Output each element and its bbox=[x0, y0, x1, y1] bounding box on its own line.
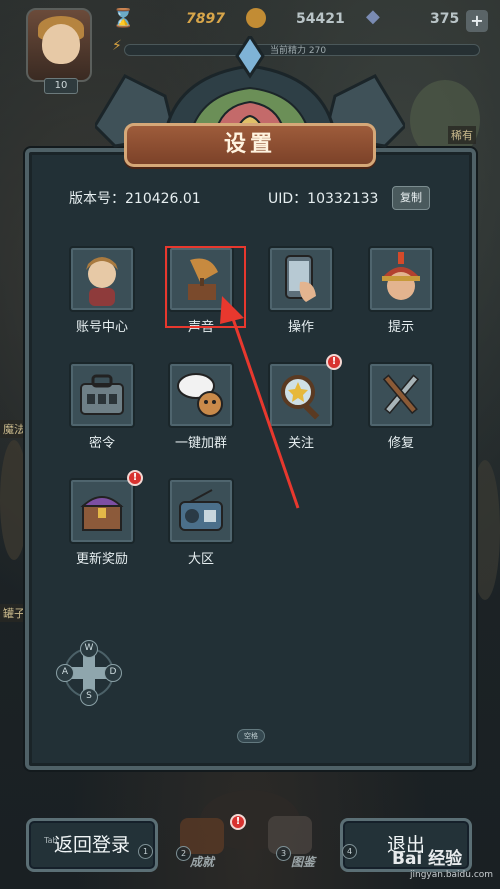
watermark-brand: Bai 经验 bbox=[392, 849, 463, 869]
slot-number: 3 bbox=[276, 846, 291, 861]
coin-value: 54421 bbox=[296, 11, 345, 27]
account-label: 账号中心 bbox=[75, 320, 128, 335]
gem-value: 375 bbox=[430, 11, 460, 27]
uid-info: UID：10332133 bbox=[268, 188, 378, 208]
pointer-arrow bbox=[220, 296, 300, 509]
version-info: 版本号：210426.01 bbox=[69, 188, 201, 208]
slot-number: 2 bbox=[176, 846, 191, 861]
tips-label: 提示 bbox=[387, 320, 414, 335]
settings-item-update-reward[interactable]: ! 更新奖励 bbox=[67, 470, 143, 567]
back-to-login-label: 返回登录 bbox=[53, 834, 130, 856]
helmet-guard-icon bbox=[368, 246, 434, 312]
repair-label: 修复 bbox=[387, 436, 414, 451]
wrench-screwdriver-icon bbox=[368, 362, 434, 428]
dpad-up-key[interactable]: W bbox=[80, 640, 98, 658]
tab-key-hint: Tab bbox=[44, 836, 58, 845]
gold-value: 7897 bbox=[186, 11, 225, 27]
settings-item-account[interactable]: 账号中心 bbox=[67, 246, 137, 335]
player-avatar[interactable] bbox=[26, 8, 92, 82]
settings-item-code[interactable]: 密令 bbox=[67, 362, 137, 451]
uid-value: 10332133 bbox=[307, 191, 379, 207]
space-key[interactable]: 空格 bbox=[237, 729, 265, 743]
hourglass-icon: ⌛ bbox=[112, 8, 135, 29]
dpad-left-key[interactable]: A bbox=[56, 664, 74, 682]
follow-alert-badge: ! bbox=[326, 354, 342, 370]
achievement-alert-badge: ! bbox=[230, 814, 246, 830]
version-value: 210426.01 bbox=[125, 191, 201, 207]
coin-icon bbox=[246, 8, 266, 28]
update-reward-label: 更新奖励 bbox=[75, 552, 128, 567]
slot-number: 4 bbox=[342, 844, 357, 859]
version-label: 版本号： bbox=[69, 191, 125, 207]
watermark-url: jingyan.baidu.com bbox=[410, 870, 494, 880]
dialog-title: 设置 bbox=[124, 123, 376, 167]
codex-icon[interactable] bbox=[268, 816, 312, 854]
account-icon bbox=[69, 246, 135, 312]
code-label: 密令 bbox=[88, 436, 115, 451]
avatar-face bbox=[42, 24, 80, 64]
dpad-right-key[interactable]: D bbox=[104, 664, 122, 682]
briefcase-icon bbox=[69, 362, 135, 428]
side-label-magic: 魔法 bbox=[0, 420, 28, 438]
side-label-rare: 稀有 bbox=[448, 126, 476, 144]
update-reward-alert-badge: ! bbox=[127, 470, 143, 486]
add-gems-button[interactable]: + bbox=[466, 10, 488, 32]
copy-uid-button[interactable]: 复制 bbox=[392, 186, 430, 210]
dpad-down-key[interactable]: S bbox=[80, 688, 98, 706]
player-level: 10 bbox=[44, 78, 78, 94]
side-label-jar: 罐子 bbox=[0, 604, 28, 622]
treasure-chest-icon bbox=[69, 478, 135, 544]
back-to-login-button[interactable]: 返回登录 bbox=[26, 818, 158, 872]
settings-item-tips[interactable]: 提示 bbox=[366, 246, 436, 335]
codex-label: 图鉴 bbox=[291, 855, 316, 869]
achievement-label: 成就 bbox=[190, 855, 215, 869]
gem-icon: ◆ bbox=[366, 6, 380, 27]
dpad-control: W A D S bbox=[56, 640, 122, 706]
settings-item-repair[interactable]: 修复 bbox=[366, 362, 436, 451]
server-label: 大区 bbox=[187, 552, 214, 567]
bg-character bbox=[0, 440, 28, 560]
uid-label: UID： bbox=[268, 191, 308, 207]
slot-number: 1 bbox=[138, 844, 153, 859]
